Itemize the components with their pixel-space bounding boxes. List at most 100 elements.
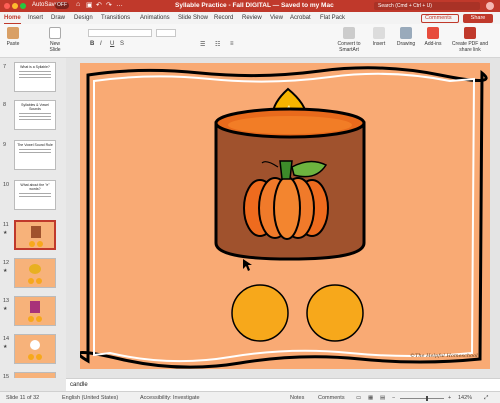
status-bar: Slide 11 of 32 English (United States) A… (0, 391, 500, 403)
slide-number: 7 (3, 64, 7, 70)
more-icon[interactable]: … (116, 1, 123, 8)
slide-number: 11 (3, 222, 9, 228)
slide-number: 10 (3, 182, 10, 188)
current-slide[interactable]: ©The Helpful Homeschool (80, 63, 490, 369)
drawing-label: Drawing (396, 41, 416, 47)
paste-button[interactable]: Paste (4, 27, 22, 47)
zoom-window-button[interactable] (20, 3, 26, 9)
new-slide-button[interactable]: New Slide (46, 27, 64, 53)
slide-thumbnail-8[interactable]: Syllables & Vowel Sounds (14, 100, 56, 130)
slide-thumbnail-7[interactable]: What is a Syllable? (14, 62, 56, 92)
font-size-select[interactable] (156, 29, 176, 37)
bold-icon[interactable]: B (90, 41, 94, 47)
tab-insert[interactable]: Insert (28, 15, 43, 21)
italic-icon[interactable]: I (100, 41, 102, 47)
speaker-notes[interactable]: candle (66, 378, 500, 391)
search-input[interactable]: Search (Cmd + Ctrl + U) (374, 2, 480, 10)
undo-icon[interactable]: ↶ (96, 1, 102, 9)
zoom-slider-knob[interactable] (426, 396, 428, 401)
slide-number: 12 (3, 260, 10, 266)
slide-thumbnail-11[interactable] (14, 220, 56, 250)
tab-acrobat[interactable]: Acrobat (290, 15, 311, 21)
slide-number: 13 (3, 298, 10, 304)
tab-view[interactable]: View (270, 15, 283, 21)
minimize-window-button[interactable] (12, 3, 18, 9)
slide-thumbnails-pane: 7 What is a Syllable? 8 Syllables & Vowe… (0, 58, 66, 378)
numbering-icon[interactable]: ☷ (215, 41, 220, 48)
syllable-circle-1[interactable] (231, 284, 289, 342)
autosave-toggle[interactable]: OFF (55, 2, 69, 9)
slide-artwork (80, 66, 488, 369)
thumb-scarecrow-icon (28, 340, 42, 360)
comments-button[interactable]: Comments (421, 14, 459, 23)
bullets-icon[interactable]: ☰ (200, 41, 205, 48)
create-pdf-button[interactable]: Create PDF and share link (450, 27, 490, 53)
insert-label: Insert (372, 41, 386, 47)
slide-thumbnail-15[interactable] (14, 372, 56, 378)
comments-status-button[interactable]: Comments (318, 395, 345, 401)
zoom-out-icon[interactable]: − (392, 395, 395, 401)
normal-view-icon[interactable]: ▭ (356, 395, 361, 401)
animation-star-icon: ★ (3, 230, 8, 236)
new-slide-icon (49, 27, 61, 39)
tab-animations[interactable]: Animations (140, 15, 170, 21)
fit-slide-icon[interactable]: ⤢ (484, 395, 488, 402)
tab-draw[interactable]: Draw (51, 15, 65, 21)
animation-star-icon: ★ (3, 268, 8, 274)
zoom-slider[interactable] (400, 396, 444, 401)
clipboard-icon (7, 27, 19, 39)
notes-button[interactable]: Notes (290, 395, 304, 401)
redo-icon[interactable]: ↷ (106, 1, 112, 9)
font-family-select[interactable] (88, 29, 152, 37)
slide-thumbnail-12[interactable] (14, 258, 56, 288)
syllable-circle-2[interactable] (306, 284, 364, 342)
slide-number: 8 (3, 102, 7, 108)
addins-button[interactable]: Add-ins (424, 27, 442, 47)
underline-icon[interactable]: U (110, 41, 114, 47)
share-button[interactable]: Share (463, 14, 493, 23)
zoom-in-icon[interactable]: + (448, 395, 451, 401)
tab-record[interactable]: Record (214, 15, 233, 21)
tab-slide-show[interactable]: Slide Show (178, 15, 208, 21)
insert-button[interactable]: Insert (370, 27, 388, 47)
account-icon[interactable] (486, 2, 494, 10)
addins-label: Add-ins (424, 41, 442, 47)
new-slide-label: New Slide (49, 41, 61, 53)
animation-star-icon: ★ (3, 344, 8, 350)
pdf-icon (464, 27, 476, 39)
autosave-state: OFF (57, 2, 67, 8)
tab-home[interactable]: Home (4, 15, 21, 24)
addins-icon (427, 27, 439, 39)
tab-design[interactable]: Design (74, 15, 93, 21)
sorter-view-icon[interactable]: ▦ (368, 395, 373, 401)
close-window-button[interactable] (4, 3, 10, 9)
drawing-icon (400, 27, 412, 39)
align-icon[interactable]: ≡ (230, 41, 234, 47)
drawing-button[interactable]: Drawing (396, 27, 416, 47)
thumb-candle-icon (29, 226, 43, 247)
smartart-icon (343, 27, 355, 39)
home-icon[interactable]: ⌂ (76, 1, 80, 8)
slide-editor[interactable]: ©The Helpful Homeschool (66, 58, 500, 378)
tab-transitions[interactable]: Transitions (101, 15, 130, 21)
slide-thumbnail-13[interactable] (14, 296, 56, 326)
zoom-level[interactable]: 142% (458, 395, 472, 401)
language-indicator[interactable]: English (United States) (62, 395, 118, 401)
save-icon[interactable]: ▣ (86, 1, 93, 9)
thumbnail-title: The Vowel Sound Rule (17, 143, 53, 147)
create-pdf-label: Create PDF and share link (451, 41, 489, 53)
slide-thumbnail-10[interactable]: What about the "e" words? (14, 180, 56, 210)
copyright-watermark: ©The Helpful Homeschool (410, 353, 478, 359)
accessibility-indicator[interactable]: Accessibility: Investigate (140, 395, 200, 401)
tab-review[interactable]: Review (242, 15, 262, 21)
document-title: Syllable Practice - Fall DIGITAL — Saved… (175, 2, 334, 9)
thumbnail-title: What about the "e" words? (20, 183, 50, 191)
convert-smartart-button[interactable]: Convert to SmartArt (336, 27, 362, 53)
slide-thumbnail-14[interactable] (14, 334, 56, 364)
reading-view-icon[interactable]: ▤ (380, 395, 385, 401)
thumb-leaf-icon (28, 264, 42, 284)
insert-icon (373, 27, 385, 39)
tab-flat-pack[interactable]: Flat Pack (320, 15, 345, 21)
strikethrough-icon[interactable]: S (120, 41, 124, 47)
slide-thumbnail-9[interactable]: The Vowel Sound Rule (14, 140, 56, 170)
